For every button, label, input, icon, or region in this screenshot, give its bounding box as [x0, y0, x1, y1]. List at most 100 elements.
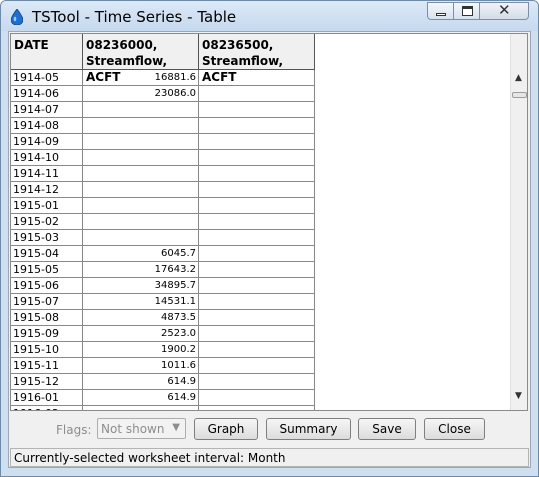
column-header-date[interactable]: DATE — [11, 34, 83, 70]
date-cell[interactable]: 1915-02 — [11, 214, 83, 230]
table-row[interactable]: 1915-07 14531.1 — [11, 294, 315, 310]
value-cell[interactable] — [199, 358, 315, 374]
table-row[interactable]: 1915-03 — [11, 230, 315, 246]
value-cell[interactable]: 34895.7 — [83, 278, 199, 294]
value-cell[interactable] — [199, 150, 315, 166]
value-cell[interactable] — [199, 406, 315, 410]
scroll-up-icon[interactable]: ▲ — [515, 73, 522, 83]
window-close-button[interactable]: ✕ — [479, 1, 529, 20]
date-cell[interactable]: 1915-06 — [11, 278, 83, 294]
date-cell[interactable]: 1915-10 — [11, 342, 83, 358]
table-row[interactable]: 1914-06 23086.0 — [11, 86, 315, 102]
table-row[interactable]: 1915-05 17643.2 — [11, 262, 315, 278]
maximize-button[interactable] — [453, 2, 480, 20]
date-cell[interactable]: 1915-09 — [11, 326, 83, 342]
date-cell[interactable]: 1914-08 — [11, 118, 83, 134]
table-row[interactable]: 1915-04 6045.7 — [11, 246, 315, 262]
value-cell[interactable]: 2523.0 — [83, 326, 199, 342]
value-cell[interactable] — [83, 198, 199, 214]
value-cell[interactable] — [199, 198, 315, 214]
date-cell[interactable]: 1914-09 — [11, 134, 83, 150]
value-cell[interactable] — [199, 342, 315, 358]
table-row[interactable]: 1915-10 1900.2 — [11, 342, 315, 358]
save-button[interactable]: Save — [358, 418, 416, 440]
value-cell[interactable] — [199, 230, 315, 246]
date-cell[interactable]: 1915-08 — [11, 310, 83, 326]
value-cell[interactable]: 614.9 — [83, 390, 199, 406]
value-cell[interactable]: 4873.5 — [83, 310, 199, 326]
value-cell[interactable]: 16881.6 — [83, 70, 199, 86]
date-cell[interactable]: 1916-01 — [11, 390, 83, 406]
title-bar[interactable]: TSTool - Time Series - Table ✕ — [1, 1, 538, 31]
scroll-down-icon[interactable]: ▼ — [515, 391, 522, 401]
value-cell[interactable]: 6045.7 — [83, 246, 199, 262]
table-row[interactable]: 1915-01 — [11, 198, 315, 214]
table-row[interactable]: 1914-07 — [11, 102, 315, 118]
column-header-08236500[interactable]: 08236500, Streamflow, ACFT — [199, 34, 315, 84]
table-scrollpane[interactable]: DATE 08236000, Streamflow, ACFT 08236500… — [10, 33, 528, 411]
table-row[interactable]: 1914-12 — [11, 182, 315, 198]
table-row[interactable]: 1915-02 — [11, 214, 315, 230]
table-row[interactable]: 1915-06 34895.7 — [11, 278, 315, 294]
value-cell[interactable] — [199, 182, 315, 198]
column-header-08236000[interactable]: 08236000, Streamflow, ACFT — [83, 34, 199, 84]
table-row[interactable]: 1915-11 1011.6 — [11, 358, 315, 374]
value-cell[interactable] — [199, 278, 315, 294]
value-cell[interactable] — [199, 118, 315, 134]
value-cell[interactable]: 17643.2 — [83, 262, 199, 278]
table-row[interactable]: 1914-08 — [11, 118, 315, 134]
close-button[interactable]: Close — [424, 418, 485, 440]
value-cell[interactable]: 1011.6 — [83, 358, 199, 374]
date-cell[interactable]: 1915-03 — [11, 230, 83, 246]
value-cell[interactable] — [199, 374, 315, 390]
time-series-table[interactable]: DATE 08236000, Streamflow, ACFT 08236500… — [11, 34, 511, 410]
value-cell[interactable] — [199, 262, 315, 278]
table-row[interactable]: 1914-05 16881.6 — [11, 70, 315, 86]
table-row[interactable]: 1915-08 4873.5 — [11, 310, 315, 326]
value-cell[interactable] — [199, 246, 315, 262]
value-cell[interactable]: 614.9 — [83, 374, 199, 390]
table-row[interactable]: 1915-09 2523.0 — [11, 326, 315, 342]
value-cell[interactable] — [83, 150, 199, 166]
value-cell[interactable]: 23086.0 — [83, 86, 199, 102]
table-row[interactable]: 1915-12 614.9 — [11, 374, 315, 390]
value-cell[interactable] — [199, 214, 315, 230]
value-cell[interactable] — [83, 134, 199, 150]
table-row[interactable]: 1916-02 — [11, 406, 315, 410]
value-cell[interactable] — [83, 102, 199, 118]
vertical-scrollbar[interactable]: ▲ ▼ — [510, 34, 527, 410]
value-cell[interactable] — [199, 390, 315, 406]
table-row[interactable]: 1914-09 — [11, 134, 315, 150]
flags-select[interactable]: Not shown ▼ — [97, 418, 186, 439]
date-cell[interactable]: 1915-04 — [11, 246, 83, 262]
date-cell[interactable]: 1915-01 — [11, 198, 83, 214]
date-cell[interactable]: 1914-07 — [11, 102, 83, 118]
value-cell[interactable] — [199, 70, 315, 86]
value-cell[interactable] — [199, 102, 315, 118]
summary-button[interactable]: Summary — [266, 418, 351, 440]
value-cell[interactable] — [83, 214, 199, 230]
date-cell[interactable]: 1914-12 — [11, 182, 83, 198]
value-cell[interactable] — [83, 406, 199, 410]
value-cell[interactable] — [199, 86, 315, 102]
scroll-thumb[interactable] — [512, 92, 527, 98]
date-cell[interactable]: 1915-05 — [11, 262, 83, 278]
date-cell[interactable]: 1914-05 — [11, 70, 83, 86]
table-row[interactable]: 1914-11 — [11, 166, 315, 182]
date-cell[interactable]: 1914-06 — [11, 86, 83, 102]
value-cell[interactable] — [83, 118, 199, 134]
value-cell[interactable] — [83, 182, 199, 198]
value-cell[interactable] — [199, 310, 315, 326]
date-cell[interactable]: 1914-11 — [11, 166, 83, 182]
date-cell[interactable]: 1914-10 — [11, 150, 83, 166]
graph-button[interactable]: Graph — [194, 418, 258, 440]
value-cell[interactable] — [199, 294, 315, 310]
minimize-button[interactable] — [427, 2, 454, 20]
value-cell[interactable] — [83, 230, 199, 246]
date-cell[interactable]: 1915-11 — [11, 358, 83, 374]
value-cell[interactable] — [199, 166, 315, 182]
value-cell[interactable] — [83, 166, 199, 182]
date-cell[interactable]: 1915-12 — [11, 374, 83, 390]
value-cell[interactable] — [199, 134, 315, 150]
table-row[interactable]: 1916-01 614.9 — [11, 390, 315, 406]
